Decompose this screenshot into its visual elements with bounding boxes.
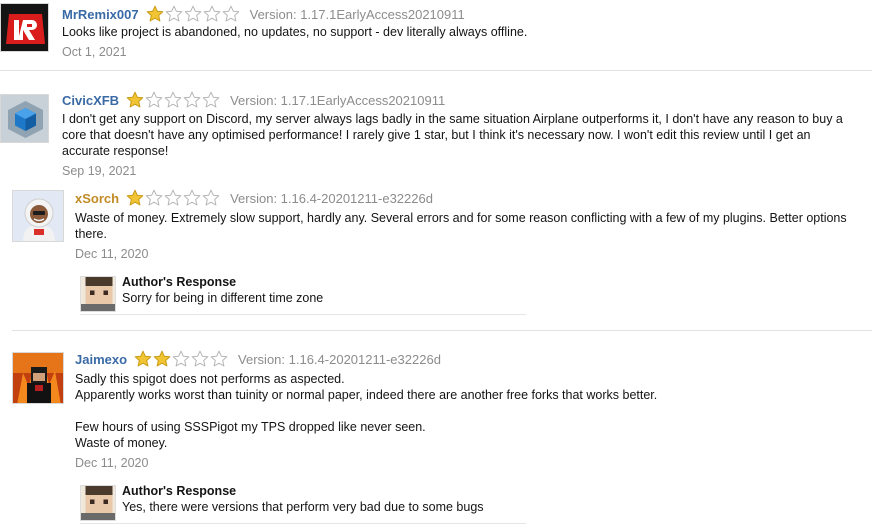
username-link[interactable]: MrRemix007 (62, 7, 139, 22)
user-avatar[interactable] (12, 352, 64, 404)
rating-stars (134, 350, 228, 368)
author-response: Author's Response Sorry for being in dif… (80, 275, 526, 315)
review-text: Looks like project is abandoned, no upda… (62, 25, 528, 39)
red-logo-avatar-icon (1, 4, 48, 51)
user-avatar[interactable] (0, 94, 49, 143)
response-text: Sorry for being in different time zone (122, 291, 324, 305)
review-date[interactable]: Dec 11, 2020 (75, 247, 148, 261)
star-empty-icon (222, 5, 239, 22)
star-empty-icon (202, 91, 220, 108)
cartoon-hoodie-avatar-icon (13, 191, 63, 241)
version-label: Version: 1.16.4-20201211-e32226d (238, 351, 441, 367)
star-empty-icon (164, 189, 182, 206)
response-title: Author's Response (122, 275, 237, 289)
star-filled-icon (153, 350, 171, 367)
star-filled-icon (134, 350, 152, 367)
star-empty-icon (145, 189, 163, 206)
star-filled-icon (146, 5, 163, 22)
version-label: Version: 1.17.1EarlyAccess20210911 (230, 92, 446, 108)
star-empty-icon (145, 91, 163, 108)
response-text: Yes, there were versions that perform ve… (122, 500, 484, 514)
review-text: Sadly this spigot does not performs as a… (75, 372, 658, 450)
review-divider (0, 70, 872, 71)
username-link[interactable]: xSorch (75, 191, 119, 206)
author-response: Author's Response Yes, there were versio… (80, 484, 526, 524)
star-empty-icon (183, 91, 201, 108)
user-avatar[interactable] (12, 190, 64, 242)
star-empty-icon (164, 91, 182, 108)
rating-stars (126, 91, 220, 109)
review-text: I don't get any support on Discord, my s… (62, 112, 843, 158)
star-empty-icon (172, 350, 190, 367)
fire-character-avatar-icon (13, 353, 63, 403)
review-divider (12, 330, 872, 331)
user-avatar[interactable] (0, 3, 49, 52)
star-empty-icon (202, 189, 220, 206)
review-date[interactable]: Dec 11, 2020 (75, 456, 148, 470)
username-link[interactable]: Jaimexo (75, 352, 127, 367)
pixel-avatar-icon (81, 277, 115, 311)
star-empty-icon (184, 5, 201, 22)
rating-stars (126, 189, 220, 207)
review-text: Waste of money. Extremely slow support, … (75, 211, 847, 241)
author-avatar (80, 276, 116, 312)
star-empty-icon (210, 350, 228, 367)
response-title: Author's Response (122, 484, 237, 498)
pixel-avatar-icon (81, 486, 115, 520)
star-empty-icon (183, 189, 201, 206)
review-date[interactable]: Oct 1, 2021 (62, 45, 127, 59)
rating-stars (146, 5, 240, 23)
review-date[interactable]: Sep 19, 2021 (62, 164, 136, 178)
star-empty-icon (165, 5, 182, 22)
version-label: Version: 1.17.1EarlyAccess20210911 (249, 6, 465, 22)
star-empty-icon (203, 5, 220, 22)
version-label: Version: 1.16.4-20201211-e32226d (230, 190, 433, 206)
star-filled-icon (126, 189, 144, 206)
star-empty-icon (191, 350, 209, 367)
username-link[interactable]: CivicXFB (62, 93, 119, 108)
blue-cube-avatar-icon (1, 95, 48, 142)
author-avatar (80, 485, 116, 521)
star-filled-icon (126, 91, 144, 108)
